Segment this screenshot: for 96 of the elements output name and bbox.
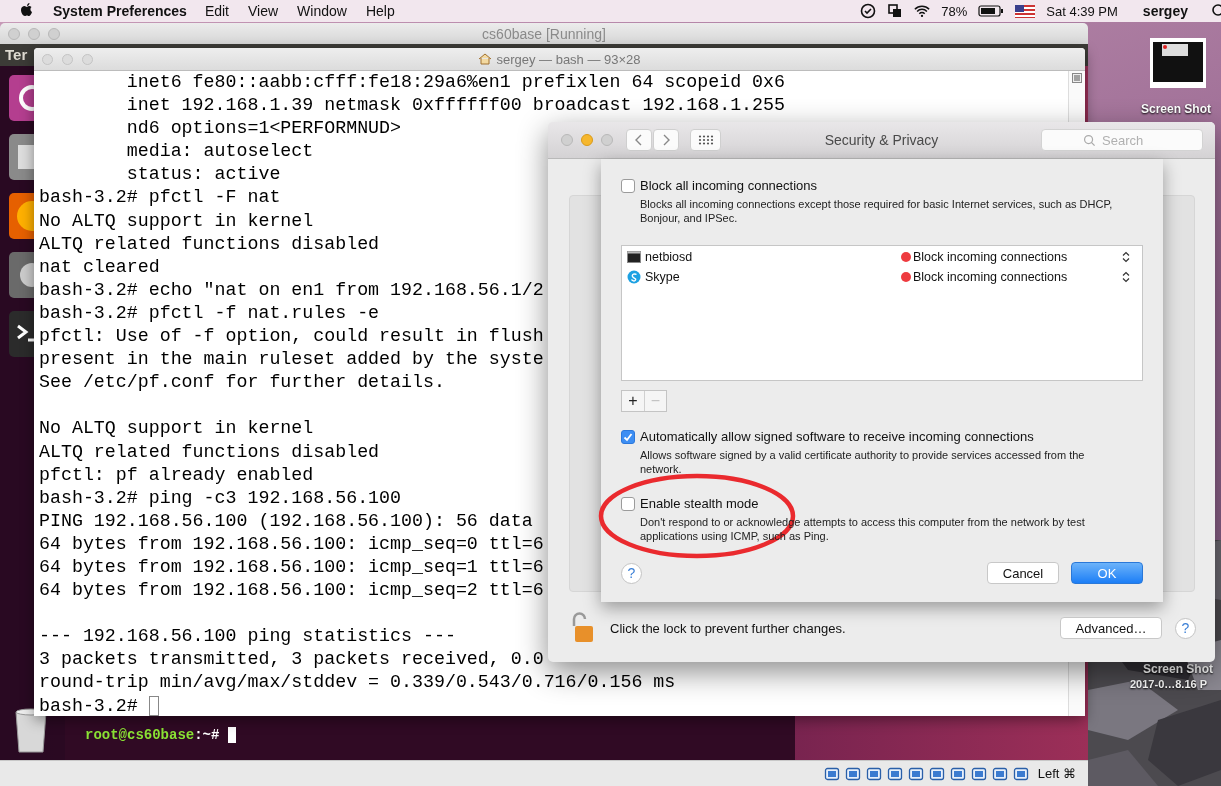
terminal-line: 64 bytes from 192.168.56.100: icmp_seq=0 ttl=6 [39,532,544,556]
up-down-arrows-icon[interactable] [1122,271,1130,283]
house-icon [478,53,493,65]
terminal-line: nd6 options=1<PERFORMNUD> [125,117,402,141]
terminal-line: PING 192.168.56.100 (192.168.56.100): 56 data [39,509,533,533]
menu-clock[interactable]: Sat 4:39 PM [1046,3,1118,19]
circle-app-icon[interactable] [8,74,34,122]
lock-hint: Click the lock to prevent further changes. [610,620,846,636]
menu-app-name[interactable]: System Preferences [53,3,187,19]
text-cursor [228,727,237,743]
terminal-line: See /etc/pf.conf for further details. [39,371,445,395]
menu-item[interactable]: View [248,3,279,19]
device-icon[interactable] [907,765,924,782]
prompt-user: root@cs60base [85,726,195,744]
menu-item[interactable]: Window [297,3,347,19]
globe-app-icon[interactable] [8,192,34,240]
help-button[interactable]: ? [1175,617,1196,639]
circle-app-icon [627,270,641,284]
add-button[interactable]: + [622,391,644,411]
terminal-line: No ALTQ support in kernel [39,209,314,233]
grid-icon [697,135,714,145]
device-icon[interactable] [949,765,966,782]
menu-item[interactable]: Edit [204,3,229,19]
window-title: Security & Privacy [824,132,939,148]
flag-icon[interactable] [1015,4,1036,18]
terminal-line: ALTQ related functions disabled [39,232,380,256]
device-icon[interactable] [928,765,945,782]
checkbox-label[interactable]: Automatically allow signed software to receive incoming connections [640,429,1034,444]
menu-user-name[interactable]: sergey [1142,3,1188,19]
option-description: Blocks all incoming connections except those required for basic Internet services, such as DHCP, Bonjour, and IPSec. [640,197,1114,225]
device-icon[interactable] [844,765,861,782]
check-circle-icon[interactable] [860,3,877,19]
overlapping-squares-icon[interactable] [887,3,904,19]
checkbox-label[interactable]: Block all incoming connections [640,178,818,193]
prompt-path: :~# [194,726,220,744]
panel-title: Ter [5,46,28,63]
battery-icon[interactable] [978,5,1005,17]
text-cursor [148,696,159,716]
device-icon[interactable] [991,765,1008,782]
checkbox[interactable] [621,429,635,444]
terminal-line: bash-3.2# ping -c3 192.168.56.100 [39,486,402,510]
terminal-line: --- 192.168.56.100 ping statistics --- [39,625,456,649]
up-down-arrows-icon[interactable] [1122,251,1130,263]
terminal-line: ALTQ related functions disabled [39,440,380,464]
battery-percentage: 78% [941,3,968,19]
device-icon[interactable] [823,765,840,782]
screenshot-thumbnail-icon[interactable] [1150,38,1206,88]
terminal-line: 64 bytes from 192.168.56.100: icmp_seq=2 ttl=6 [39,579,544,603]
lines-icon[interactable] [1072,73,1082,83]
terminal-line: status: active [125,163,281,187]
device-icon[interactable] [865,765,882,782]
checkbox[interactable] [621,178,635,193]
help-button[interactable]: ? [621,562,642,584]
menu-item[interactable]: Help [365,3,395,19]
search-icon [1083,134,1096,147]
drawer-app-icon[interactable] [8,133,34,181]
terminal-line: pfctl: pf already enabled [39,463,314,487]
host-key-label: Left ⌘ [1037,766,1076,781]
terminal-line: media: autoselect [125,140,314,164]
device-icon[interactable] [970,765,987,782]
terminal-line: pfctl: Use of -f option, could result in flush [39,325,544,349]
terminal-line: No ALTQ support in kernel [39,417,314,441]
option-description: Allows software signed by a valid certificate authority to provide services accessed from the network. [640,448,1086,476]
terminal-line: bash-3.2# [39,694,139,716]
terminal-line: 3 packets transmitted, 3 packets received, 0.0 [39,648,544,672]
terminal-line: round-trip min/avg/max/stddev = 0.339/0.543/0.716/0.156 ms [39,671,676,695]
terminal-line: inet6 fe80::aabb:cfff:fe18:29a6%en1 prefixlen 64 scopeid 0x6 [125,71,785,94]
connection-setting[interactable]: Block incoming connections [913,270,1122,284]
checkbox[interactable] [621,496,635,511]
terminal-icon [627,250,641,264]
device-icon[interactable] [886,765,903,782]
terminal-line: 64 bytes from 192.168.56.100: icmp_seq=1 ttl=6 [39,555,544,579]
chevron-right-icon [661,133,671,147]
show-all-button[interactable] [690,129,721,151]
terminal-line: nat cleared [39,255,160,279]
terminal-line: bash-3.2# echo "nat on en1 from 192.168.56.1/2 [39,278,544,302]
search-field[interactable]: Search [1041,129,1203,151]
advanced-button[interactable]: Advanced… [1060,617,1162,639]
terminal-line: inet 192.168.1.39 netmask 0xffffff00 broadcast 192.168.1.255 [125,94,785,118]
gear-app-icon[interactable] [8,251,34,299]
window-title: cs60base [Running] [482,25,606,42]
console-app-icon[interactable] [8,310,34,358]
app-name[interactable]: netbiosd [645,250,901,264]
terminal-line: bash-3.2# pfctl -F nat [39,186,281,210]
app-name[interactable]: Skype [645,270,901,284]
file-date-label[interactable]: 2017-0…8.16 P [1130,678,1208,690]
terminal-line: present in the main ruleset added by the syste [39,348,544,372]
connection-setting[interactable]: Block incoming connections [913,250,1122,264]
wifi-icon[interactable] [914,3,931,19]
file-label[interactable]: Screen Shot [1141,102,1212,116]
dialog-button[interactable]: Cancel [987,562,1059,584]
device-icon[interactable] [1012,765,1029,782]
window-title: sergey — bash — 93×28 [496,51,641,67]
checkbox-label[interactable]: Enable stealth mode [640,496,759,511]
chevron-left-icon [634,133,644,147]
terminal-line: bash-3.2# pfctl -f nat.rules -e [39,301,380,325]
